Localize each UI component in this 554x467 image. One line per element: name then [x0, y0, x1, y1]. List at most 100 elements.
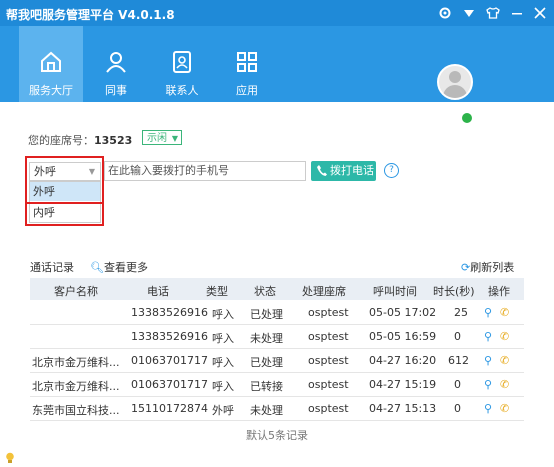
cell-agent: osptest [308, 402, 349, 415]
cell-time: 04-27 16:20 [369, 354, 437, 367]
skin-icon[interactable] [484, 4, 502, 22]
search-icon: 🔍︎ [90, 261, 104, 274]
col-actions: 操作 [488, 285, 510, 298]
view-more-link[interactable]: 🔍︎查看更多 [90, 259, 148, 275]
phone-call-icon[interactable]: ✆ [500, 378, 509, 391]
nav-item-contacts[interactable]: 联系人 [150, 26, 214, 102]
nav-item-label: 应用 [236, 84, 258, 97]
title-bar: 帮我吧服务管理平台 V4.0.1.8 [0, 0, 554, 26]
col-status: 状态 [254, 285, 276, 298]
cell-agent: osptest [308, 330, 349, 343]
cell-type: 呼入 [212, 356, 234, 369]
seat-info: 您的座席号：13523 [28, 132, 132, 148]
search-icon[interactable]: ⚲ [484, 306, 492, 319]
highlight-box [25, 202, 104, 226]
avatar[interactable] [437, 64, 473, 100]
cell-customer: 北京市金万维科... [32, 380, 120, 393]
minimize-icon[interactable] [508, 4, 526, 22]
col-phone: 电话 [147, 285, 169, 298]
cell-type: 呼入 [212, 332, 234, 345]
app-title: 帮我吧服务管理平台 V4.0.1.8 [6, 8, 175, 22]
cell-status: 未处理 [250, 332, 283, 345]
search-icon[interactable]: ⚲ [484, 330, 492, 343]
phone-call-icon[interactable]: ✆ [500, 306, 509, 319]
cell-status: 已转接 [250, 380, 283, 393]
table-row: 北京市金万维科... 01063701717 呼入 已处理 osptest 04… [30, 349, 524, 373]
table-row: 北京市金万维科... 01063701717 呼入 已转接 osptest 04… [30, 373, 524, 397]
cell-customer: 北京市金万维科... [32, 356, 120, 369]
cell-time: 04-27 15:13 [369, 402, 437, 415]
phone-call-icon[interactable]: ✆ [500, 402, 509, 415]
cell-phone: 13383526916 [131, 330, 208, 343]
phone-call-icon[interactable]: ✆ [500, 330, 509, 343]
refresh-label: 刷新列表 [470, 261, 515, 274]
cell-duration: 612 [448, 354, 469, 367]
cell-phone: 01063701717 [131, 354, 208, 367]
refresh-icon: ⟳ [461, 261, 471, 274]
cell-time: 05-05 16:59 [369, 330, 437, 343]
dial-call-button[interactable]: 拨打电话 [311, 161, 376, 181]
phone-number-input[interactable]: 在此输入要拨打的手机号 [104, 161, 306, 181]
phone-call-icon[interactable]: ✆ [500, 354, 509, 367]
cell-phone: 13383526916 [131, 306, 208, 319]
nav-item-label: 服务大厅 [29, 84, 73, 97]
records-footer: 默认5条记录 [246, 429, 308, 442]
cell-duration: 0 [454, 378, 461, 391]
table-row: 13383526916 呼入 未处理 osptest 05-05 16:59 0… [30, 325, 524, 349]
cell-time: 04-27 15:19 [369, 378, 437, 391]
col-duration: 时长(秒) [433, 285, 475, 298]
search-icon[interactable]: ⚲ [484, 402, 492, 415]
table-row: 13383526916 呼入 已处理 osptest 05-05 17:02 2… [30, 301, 524, 325]
search-icon[interactable]: ⚲ [484, 378, 492, 391]
seat-number: 13523 [94, 134, 133, 147]
username-link[interactable]: osptest [487, 102, 531, 116]
nav-item-service-hall[interactable]: 服务大厅 [19, 26, 83, 102]
cell-time: 05-05 17:02 [369, 306, 437, 319]
col-customer: 客户名称 [54, 285, 98, 298]
settings-icon[interactable] [436, 4, 454, 22]
table-header: 客户名称 电话 类型 状态 处理座席 呼叫时间 时长(秒) 操作 [30, 278, 524, 300]
lightbulb-icon[interactable] [5, 452, 15, 464]
view-more-label: 查看更多 [103, 261, 148, 274]
phone-icon [317, 165, 327, 176]
cell-duration: 0 [454, 330, 461, 343]
cell-customer: 东莞市国立科技... [32, 404, 120, 417]
table-row: 东莞市国立科技... 15110172874 外呼 未处理 osptest 04… [30, 397, 524, 421]
cell-phone: 01063701717 [131, 378, 208, 391]
agent-status-select[interactable]: 示闲 ▼ [142, 130, 182, 145]
contacts-book-icon [173, 51, 191, 73]
agent-status-value: 示闲 [147, 133, 167, 144]
cell-status: 未处理 [250, 404, 283, 417]
call-button-label: 拨打电话 [330, 164, 374, 177]
search-icon[interactable]: ⚲ [484, 354, 492, 367]
nav-item-label: 联系人 [165, 84, 199, 97]
call-records-title: 通话记录 [30, 261, 74, 274]
cell-status: 已处理 [250, 308, 283, 321]
col-type: 类型 [206, 285, 228, 298]
dropdown-menu-icon[interactable] [460, 4, 478, 22]
cell-agent: osptest [308, 306, 349, 319]
chevron-down-icon: ▼ [171, 134, 178, 143]
online-status-icon [461, 112, 473, 124]
cell-duration: 0 [454, 402, 461, 415]
highlight-box [25, 156, 104, 204]
apps-grid-icon [237, 52, 257, 72]
cell-type: 呼入 [212, 380, 234, 393]
user-icon [106, 52, 126, 73]
col-time: 呼叫时间 [373, 285, 417, 298]
cell-type: 外呼 [212, 404, 234, 417]
help-icon[interactable]: ? [384, 163, 399, 178]
close-icon[interactable] [531, 4, 549, 22]
nav-item-label: 同事 [105, 84, 127, 97]
nav-item-apps[interactable]: 应用 [215, 26, 279, 102]
cell-status: 已处理 [250, 356, 283, 369]
refresh-list-button[interactable]: ⟳刷新列表 [461, 259, 514, 275]
cell-duration: 25 [454, 306, 468, 319]
cell-agent: osptest [308, 354, 349, 367]
home-icon [41, 51, 61, 72]
cell-type: 呼入 [212, 308, 234, 321]
col-agent: 处理座席 [302, 285, 346, 298]
cell-agent: osptest [308, 378, 349, 391]
nav-item-colleagues[interactable]: 同事 [84, 26, 148, 102]
cell-phone: 15110172874 [131, 402, 208, 415]
